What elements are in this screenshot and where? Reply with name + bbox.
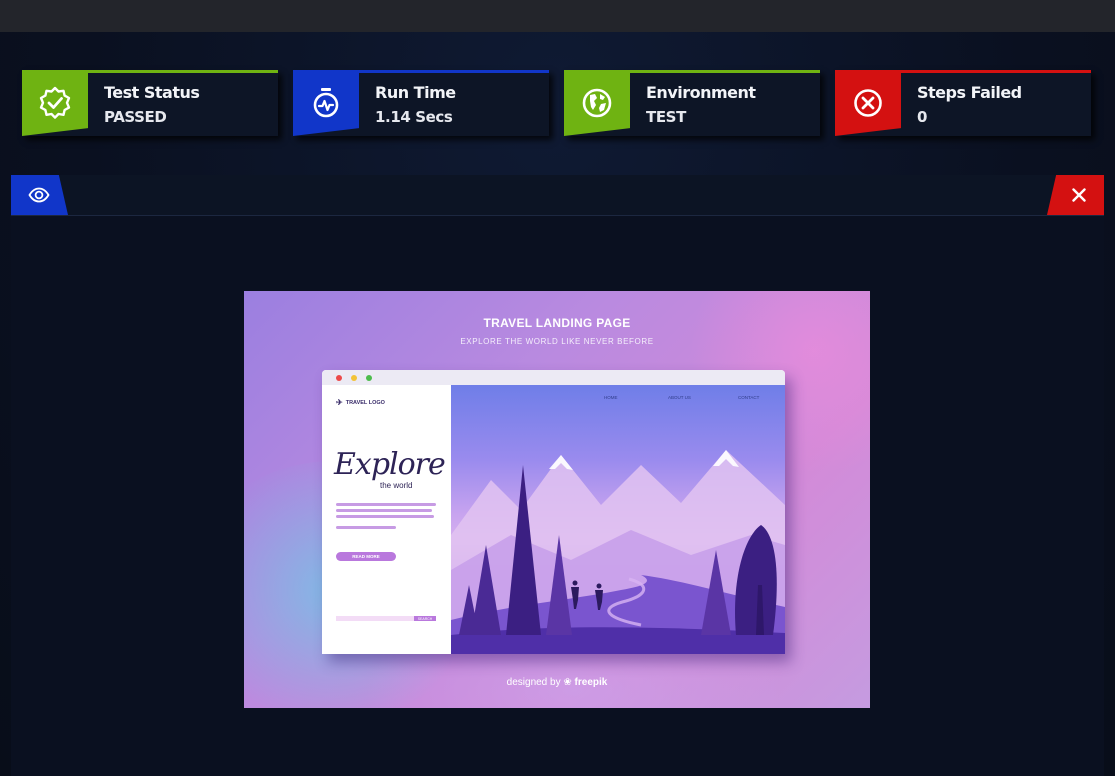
eye-icon [28,187,50,203]
globe-icon [564,70,630,136]
image-credit: designed by ❀ freepik [506,677,608,688]
steps-failed-card: Steps Failed 0 [835,70,1091,136]
image-subtitle: EXPLORE THE WORLD LIKE NEVER BEFORE [460,337,654,346]
card-label: Run Time [375,83,456,102]
card-label: Environment [646,83,756,102]
mock-headline-sub: the world [380,481,413,490]
screenshot-viewer-header [11,175,1104,216]
mock-logo: ✈ TRAVEL LOGO [336,398,385,407]
run-time-card: Run Time 1.14 Secs [293,70,549,136]
card-label: Test Status [104,83,200,102]
mock-read-more-button: READ MORE [336,552,396,561]
badge-check-icon [22,70,88,136]
close-icon [1072,188,1086,202]
test-status-card: Test Status PASSED [22,70,278,136]
mock-landscape: HOME ABOUT US CONTACT [451,385,785,654]
environment-card: Environment TEST [564,70,820,136]
view-screenshot-button[interactable] [11,175,68,215]
x-circle-icon [835,70,901,136]
card-value: PASSED [104,108,167,126]
top-bar [0,0,1115,32]
mock-search-button: SEARCH [414,616,436,621]
card-value: 1.14 Secs [375,108,453,126]
image-title: TRAVEL LANDING PAGE [483,316,631,330]
mock-headline: Explore [334,447,446,482]
stopwatch-icon [293,70,359,136]
mock-search-field [336,616,414,621]
mock-browser-window: ✈ TRAVEL LOGO Explore the world READ MOR… [322,370,785,654]
card-value: 0 [917,108,928,126]
landscape-illustration [451,450,785,654]
screenshot-image: TRAVEL LANDING PAGE EXPLORE THE WORLD LI… [244,291,870,708]
freepik-logo-icon: ❀ [563,677,575,688]
mock-left-pane: ✈ TRAVEL LOGO Explore the world READ MOR… [322,385,451,654]
card-value: TEST [646,108,686,126]
card-label: Steps Failed [917,83,1022,102]
close-viewer-button[interactable] [1047,175,1104,215]
plane-icon: ✈ [336,398,343,407]
browser-chrome [322,370,785,385]
